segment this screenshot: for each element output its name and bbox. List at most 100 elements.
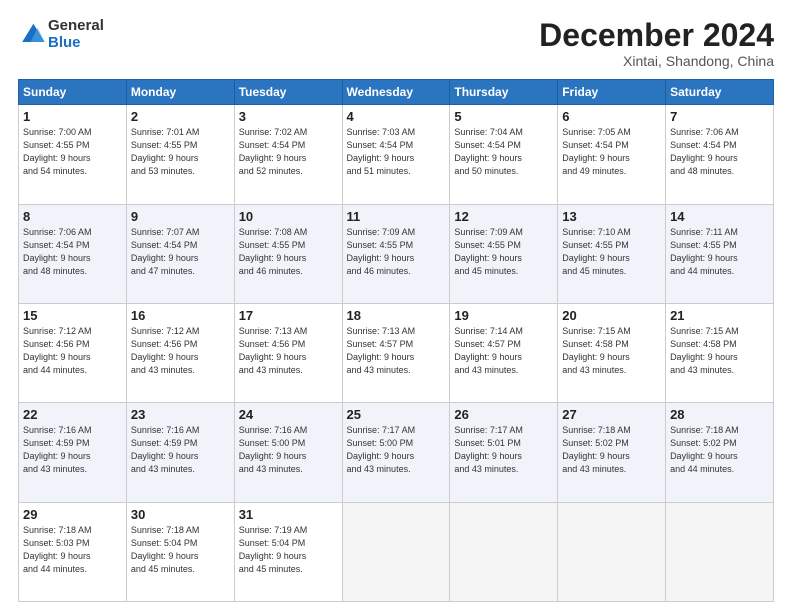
calendar-cell: 31 Sunrise: 7:19 AM Sunset: 5:04 PM Dayli… [234, 502, 342, 601]
logo-icon [18, 21, 46, 49]
calendar-cell: 3 Sunrise: 7:02 AM Sunset: 4:54 PM Daylig… [234, 105, 342, 204]
day-number: 30 [131, 507, 230, 522]
day-info: Sunrise: 7:18 AM Sunset: 5:02 PM Dayligh… [670, 424, 769, 476]
calendar-cell: 21 Sunrise: 7:15 AM Sunset: 4:58 PM Dayli… [666, 303, 774, 402]
day-number: 13 [562, 209, 661, 224]
month-title: December 2024 [539, 18, 774, 53]
day-info: Sunrise: 7:06 AM Sunset: 4:54 PM Dayligh… [23, 226, 122, 278]
calendar-cell: 27Sunrise: 7:18 AM Sunset: 5:02 PM Dayli… [558, 403, 666, 502]
day-number: 4 [347, 109, 446, 124]
calendar-cell: 26 Sunrise: 7:17 AM Sunset: 5:01 PM Dayli… [450, 403, 558, 502]
day-info: Sunrise: 7:13 AM Sunset: 4:57 PM Dayligh… [347, 325, 446, 377]
day-info: Sunrise: 7:02 AM Sunset: 4:54 PM Dayligh… [239, 126, 338, 178]
day-number: 21 [670, 308, 769, 323]
day-number: 14 [670, 209, 769, 224]
calendar-table: SundayMondayTuesdayWednesdayThursdayFrid… [18, 79, 774, 602]
calendar-cell: 19 Sunrise: 7:14 AM Sunset: 4:57 PM Dayli… [450, 303, 558, 402]
logo-blue-text: Blue [48, 35, 104, 52]
day-info: Sunrise: 7:05 AM Sunset: 4:54 PM Dayligh… [562, 126, 661, 178]
calendar-cell [558, 502, 666, 601]
day-info: Sunrise: 7:16 AM Sunset: 5:00 PM Dayligh… [239, 424, 338, 476]
calendar-cell: 17 Sunrise: 7:13 AM Sunset: 4:56 PM Dayli… [234, 303, 342, 402]
calendar-cell [342, 502, 450, 601]
calendar-cell: 20 Sunrise: 7:15 AM Sunset: 4:58 PM Dayli… [558, 303, 666, 402]
calendar-cell: 28 Sunrise: 7:18 AM Sunset: 5:02 PM Dayli… [666, 403, 774, 502]
calendar-cell: 12 Sunrise: 7:09 AM Sunset: 4:55 PM Dayli… [450, 204, 558, 303]
day-number: 2 [131, 109, 230, 124]
title-block: December 2024 Xintai, Shandong, China [539, 18, 774, 69]
day-number: 15 [23, 308, 122, 323]
calendar-cell: 24 Sunrise: 7:16 AM Sunset: 5:00 PM Dayli… [234, 403, 342, 502]
weekday-header-monday: Monday [126, 80, 234, 105]
weekday-header-sunday: Sunday [19, 80, 127, 105]
calendar-cell: 23 Sunrise: 7:16 AM Sunset: 4:59 PM Dayli… [126, 403, 234, 502]
day-number: 11 [347, 209, 446, 224]
day-info: Sunrise: 7:16 AM Sunset: 4:59 PM Dayligh… [23, 424, 122, 476]
day-number: 5 [454, 109, 553, 124]
day-number: 1 [23, 109, 122, 124]
day-info: Sunrise: 7:11 AM Sunset: 4:55 PM Dayligh… [670, 226, 769, 278]
day-info: Sunrise: 7:09 AM Sunset: 4:55 PM Dayligh… [454, 226, 553, 278]
calendar-cell: 5 Sunrise: 7:04 AM Sunset: 4:54 PM Daylig… [450, 105, 558, 204]
day-number: 10 [239, 209, 338, 224]
page: General Blue December 2024 Xintai, Shand… [0, 0, 792, 612]
day-info: Sunrise: 7:07 AM Sunset: 4:54 PM Dayligh… [131, 226, 230, 278]
calendar-cell: 13Sunrise: 7:10 AM Sunset: 4:55 PM Dayli… [558, 204, 666, 303]
day-number: 6 [562, 109, 661, 124]
calendar-cell: 6 Sunrise: 7:05 AM Sunset: 4:54 PM Daylig… [558, 105, 666, 204]
calendar-cell: 30 Sunrise: 7:18 AM Sunset: 5:04 PM Dayli… [126, 502, 234, 601]
day-number: 12 [454, 209, 553, 224]
day-number: 20 [562, 308, 661, 323]
day-number: 18 [347, 308, 446, 323]
day-number: 24 [239, 407, 338, 422]
day-info: Sunrise: 7:13 AM Sunset: 4:56 PM Dayligh… [239, 325, 338, 377]
day-number: 29 [23, 507, 122, 522]
calendar-cell: 18 Sunrise: 7:13 AM Sunset: 4:57 PM Dayli… [342, 303, 450, 402]
day-info: Sunrise: 7:15 AM Sunset: 4:58 PM Dayligh… [670, 325, 769, 377]
calendar-cell [666, 502, 774, 601]
logo: General Blue [18, 18, 104, 51]
calendar-cell: 16 Sunrise: 7:12 AM Sunset: 4:56 PM Dayli… [126, 303, 234, 402]
day-number: 19 [454, 308, 553, 323]
day-number: 31 [239, 507, 338, 522]
day-number: 27 [562, 407, 661, 422]
day-number: 22 [23, 407, 122, 422]
calendar-cell: 7Sunrise: 7:06 AM Sunset: 4:54 PM Daylig… [666, 105, 774, 204]
day-info: Sunrise: 7:09 AM Sunset: 4:55 PM Dayligh… [347, 226, 446, 278]
day-number: 26 [454, 407, 553, 422]
calendar-cell: 2 Sunrise: 7:01 AM Sunset: 4:55 PM Daylig… [126, 105, 234, 204]
calendar-cell: 15 Sunrise: 7:12 AM Sunset: 4:56 PM Dayli… [19, 303, 127, 402]
day-number: 28 [670, 407, 769, 422]
calendar-cell: 9Sunrise: 7:07 AM Sunset: 4:54 PM Daylig… [126, 204, 234, 303]
calendar-cell: 8Sunrise: 7:06 AM Sunset: 4:54 PM Daylig… [19, 204, 127, 303]
day-info: Sunrise: 7:19 AM Sunset: 5:04 PM Dayligh… [239, 524, 338, 576]
weekday-header-tuesday: Tuesday [234, 80, 342, 105]
day-number: 25 [347, 407, 446, 422]
day-info: Sunrise: 7:18 AM Sunset: 5:04 PM Dayligh… [131, 524, 230, 576]
day-number: 16 [131, 308, 230, 323]
day-number: 17 [239, 308, 338, 323]
day-info: Sunrise: 7:17 AM Sunset: 5:00 PM Dayligh… [347, 424, 446, 476]
day-info: Sunrise: 7:17 AM Sunset: 5:01 PM Dayligh… [454, 424, 553, 476]
day-number: 23 [131, 407, 230, 422]
day-info: Sunrise: 7:03 AM Sunset: 4:54 PM Dayligh… [347, 126, 446, 178]
calendar-cell: 22 Sunrise: 7:16 AM Sunset: 4:59 PM Dayli… [19, 403, 127, 502]
day-info: Sunrise: 7:01 AM Sunset: 4:55 PM Dayligh… [131, 126, 230, 178]
calendar-cell: 11 Sunrise: 7:09 AM Sunset: 4:55 PM Dayli… [342, 204, 450, 303]
day-info: Sunrise: 7:14 AM Sunset: 4:57 PM Dayligh… [454, 325, 553, 377]
calendar-cell: 14 Sunrise: 7:11 AM Sunset: 4:55 PM Dayli… [666, 204, 774, 303]
day-info: Sunrise: 7:12 AM Sunset: 4:56 PM Dayligh… [131, 325, 230, 377]
calendar-cell: 10 Sunrise: 7:08 AM Sunset: 4:55 PM Dayli… [234, 204, 342, 303]
calendar-cell: 4 Sunrise: 7:03 AM Sunset: 4:54 PM Daylig… [342, 105, 450, 204]
day-info: Sunrise: 7:06 AM Sunset: 4:54 PM Dayligh… [670, 126, 769, 178]
day-info: Sunrise: 7:16 AM Sunset: 4:59 PM Dayligh… [131, 424, 230, 476]
calendar-cell: 1Sunrise: 7:00 AM Sunset: 4:55 PM Daylig… [19, 105, 127, 204]
day-info: Sunrise: 7:15 AM Sunset: 4:58 PM Dayligh… [562, 325, 661, 377]
weekday-header-friday: Friday [558, 80, 666, 105]
day-number: 3 [239, 109, 338, 124]
calendar-cell [450, 502, 558, 601]
day-info: Sunrise: 7:08 AM Sunset: 4:55 PM Dayligh… [239, 226, 338, 278]
day-info: Sunrise: 7:04 AM Sunset: 4:54 PM Dayligh… [454, 126, 553, 178]
calendar-cell: 29Sunrise: 7:18 AM Sunset: 5:03 PM Dayli… [19, 502, 127, 601]
day-info: Sunrise: 7:12 AM Sunset: 4:56 PM Dayligh… [23, 325, 122, 377]
